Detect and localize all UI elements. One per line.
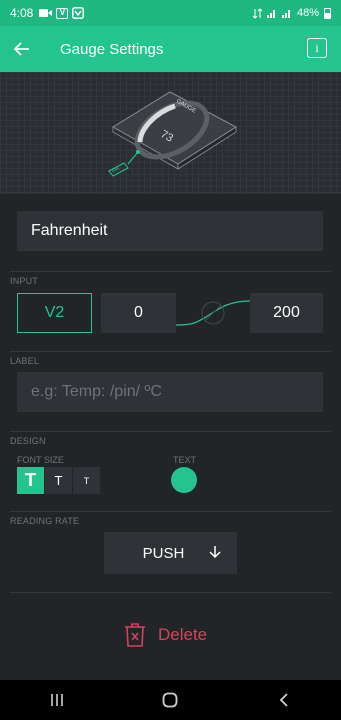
delete-label: Delete bbox=[158, 625, 208, 644]
signal-icon bbox=[281, 10, 290, 18]
recent-apps-icon bbox=[51, 694, 63, 706]
battery-percent: 48% bbox=[296, 7, 319, 19]
pin-select-button[interactable]: V2 bbox=[17, 293, 92, 333]
battery-icon bbox=[324, 7, 331, 19]
divider bbox=[10, 431, 331, 432]
font-size-small-button[interactable]: T bbox=[73, 467, 100, 494]
shield-app-icon bbox=[72, 7, 85, 19]
page-title: Gauge Settings bbox=[60, 40, 164, 58]
info-icon: i bbox=[315, 40, 319, 55]
trash-icon bbox=[125, 623, 145, 647]
v-app-icon: V bbox=[56, 7, 69, 19]
divider bbox=[10, 351, 331, 352]
font-size-label: FONT SIZE bbox=[17, 455, 64, 465]
widget-name-field[interactable]: Fahrenheit bbox=[17, 211, 323, 251]
data-saver-icon bbox=[252, 7, 262, 19]
info-button[interactable]: i bbox=[307, 38, 327, 58]
range-mapping-line bbox=[176, 300, 250, 326]
recent-apps-button[interactable] bbox=[27, 680, 87, 720]
divider bbox=[10, 592, 331, 593]
reading-rate-dropdown[interactable]: PUSH bbox=[104, 532, 237, 574]
widget-preview: GAUGE 73 PIN bbox=[0, 72, 341, 194]
reading-rate-section-label: READING RATE bbox=[10, 516, 80, 526]
design-section-label: DESIGN bbox=[10, 436, 46, 446]
divider bbox=[10, 271, 331, 272]
text-color-label: TEXT bbox=[173, 455, 197, 465]
back-nav-button[interactable] bbox=[254, 680, 314, 720]
chevron-left-icon bbox=[279, 693, 288, 707]
arrow-down-icon bbox=[209, 546, 221, 559]
app-bar: Gauge Settings i bbox=[0, 26, 341, 72]
label-section-label: LABEL bbox=[10, 356, 40, 366]
signal-icon bbox=[266, 10, 275, 18]
home-button[interactable] bbox=[140, 680, 200, 720]
back-button[interactable] bbox=[0, 26, 44, 72]
font-size-medium-button[interactable]: T bbox=[45, 467, 72, 494]
label-input[interactable] bbox=[17, 372, 323, 412]
status-time: 4:08 bbox=[10, 6, 34, 20]
text-color-swatch[interactable] bbox=[171, 467, 197, 493]
status-bar: 4:08 V 48% bbox=[0, 0, 341, 26]
delete-button[interactable]: Delete bbox=[124, 620, 207, 650]
min-value-field[interactable]: 0 bbox=[101, 293, 176, 333]
status-left-icons: V bbox=[39, 7, 85, 19]
home-icon bbox=[163, 692, 178, 708]
input-section-label: INPUT bbox=[10, 276, 38, 286]
divider bbox=[10, 511, 331, 512]
arrow-left-icon bbox=[14, 42, 29, 56]
font-size-large-button[interactable]: T bbox=[17, 467, 44, 494]
video-camera-icon bbox=[39, 9, 53, 17]
status-right-icons: 48% bbox=[252, 7, 331, 19]
system-nav-bar bbox=[0, 680, 341, 720]
gauge-illustration: GAUGE 73 PIN bbox=[108, 91, 237, 177]
reading-rate-value: PUSH bbox=[142, 544, 185, 562]
max-value-field[interactable]: 200 bbox=[250, 293, 323, 333]
